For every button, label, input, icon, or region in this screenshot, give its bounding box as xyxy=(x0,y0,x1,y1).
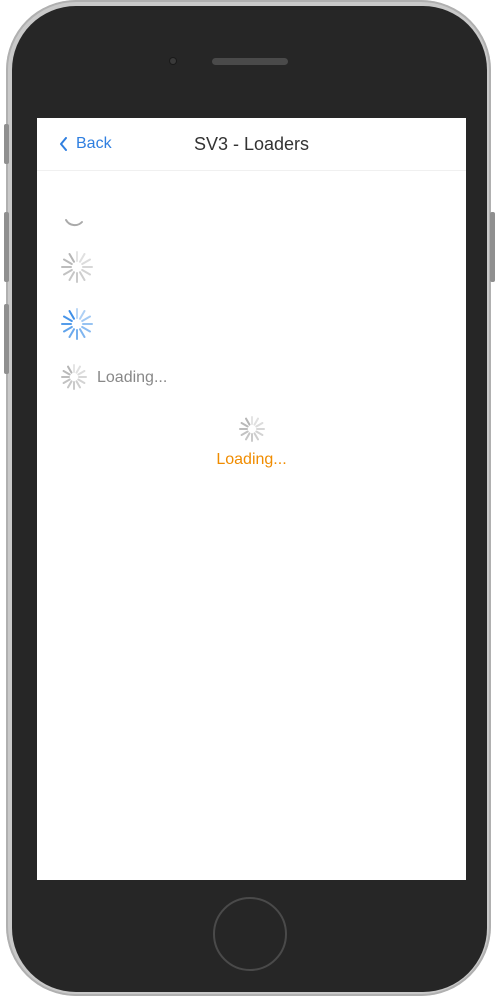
centered-loading-label: Loading... xyxy=(216,451,287,468)
arc-loader-icon xyxy=(65,219,83,227)
spinner-tick xyxy=(62,378,71,384)
front-camera xyxy=(170,58,176,64)
spinner-tick xyxy=(67,380,73,389)
spinner-tick xyxy=(253,417,259,426)
spinner-tick xyxy=(240,430,249,436)
inline-loading-label: Loading... xyxy=(97,369,168,386)
spinner-tick xyxy=(79,310,86,320)
spinner-tick xyxy=(63,258,73,265)
spinner-tick xyxy=(63,269,73,276)
spinner-tick xyxy=(245,417,251,426)
small-gray-spinner-icon xyxy=(61,364,87,390)
spinner-tick xyxy=(255,422,264,428)
spinner-tick xyxy=(79,271,86,281)
spinner-tick xyxy=(240,422,249,428)
spinner-tick xyxy=(75,380,81,389)
spinner-tick xyxy=(77,378,86,384)
page-title: SV3 - Loaders xyxy=(193,134,310,154)
volume-down-button xyxy=(4,304,9,374)
spinner-tick xyxy=(245,432,251,441)
volume-up-button xyxy=(4,212,9,282)
spinner-tick xyxy=(79,328,86,338)
spinner-tick xyxy=(77,370,86,376)
power-button xyxy=(490,212,495,282)
spinner-tick xyxy=(255,430,264,436)
navigation-bar: Back SV3 - Loaders xyxy=(37,118,466,171)
spinner-tick xyxy=(62,370,71,376)
spinner-tick xyxy=(81,258,91,265)
mute-switch xyxy=(4,124,9,164)
spinner-tick xyxy=(81,315,91,322)
spinner-tick xyxy=(68,271,75,281)
spinner-tick xyxy=(75,365,81,374)
spinner-tick xyxy=(79,253,86,263)
spinner-tick xyxy=(81,326,91,333)
spinner-tick xyxy=(68,310,75,320)
app-screen: Back SV3 - Loaders Loading... Loading... xyxy=(37,118,466,880)
spinner-tick xyxy=(253,432,259,441)
spinner-tick xyxy=(68,253,75,263)
centered-spinner-icon xyxy=(239,416,265,442)
gray-spinner-icon xyxy=(61,251,93,283)
home-button[interactable] xyxy=(213,897,287,971)
blue-spinner-icon xyxy=(61,308,93,340)
spinner-tick xyxy=(63,326,73,333)
earpiece-speaker xyxy=(212,58,288,65)
spinner-tick xyxy=(67,365,73,374)
spinner-tick xyxy=(81,269,91,276)
spinner-tick xyxy=(68,328,75,338)
spinner-tick xyxy=(63,315,73,322)
